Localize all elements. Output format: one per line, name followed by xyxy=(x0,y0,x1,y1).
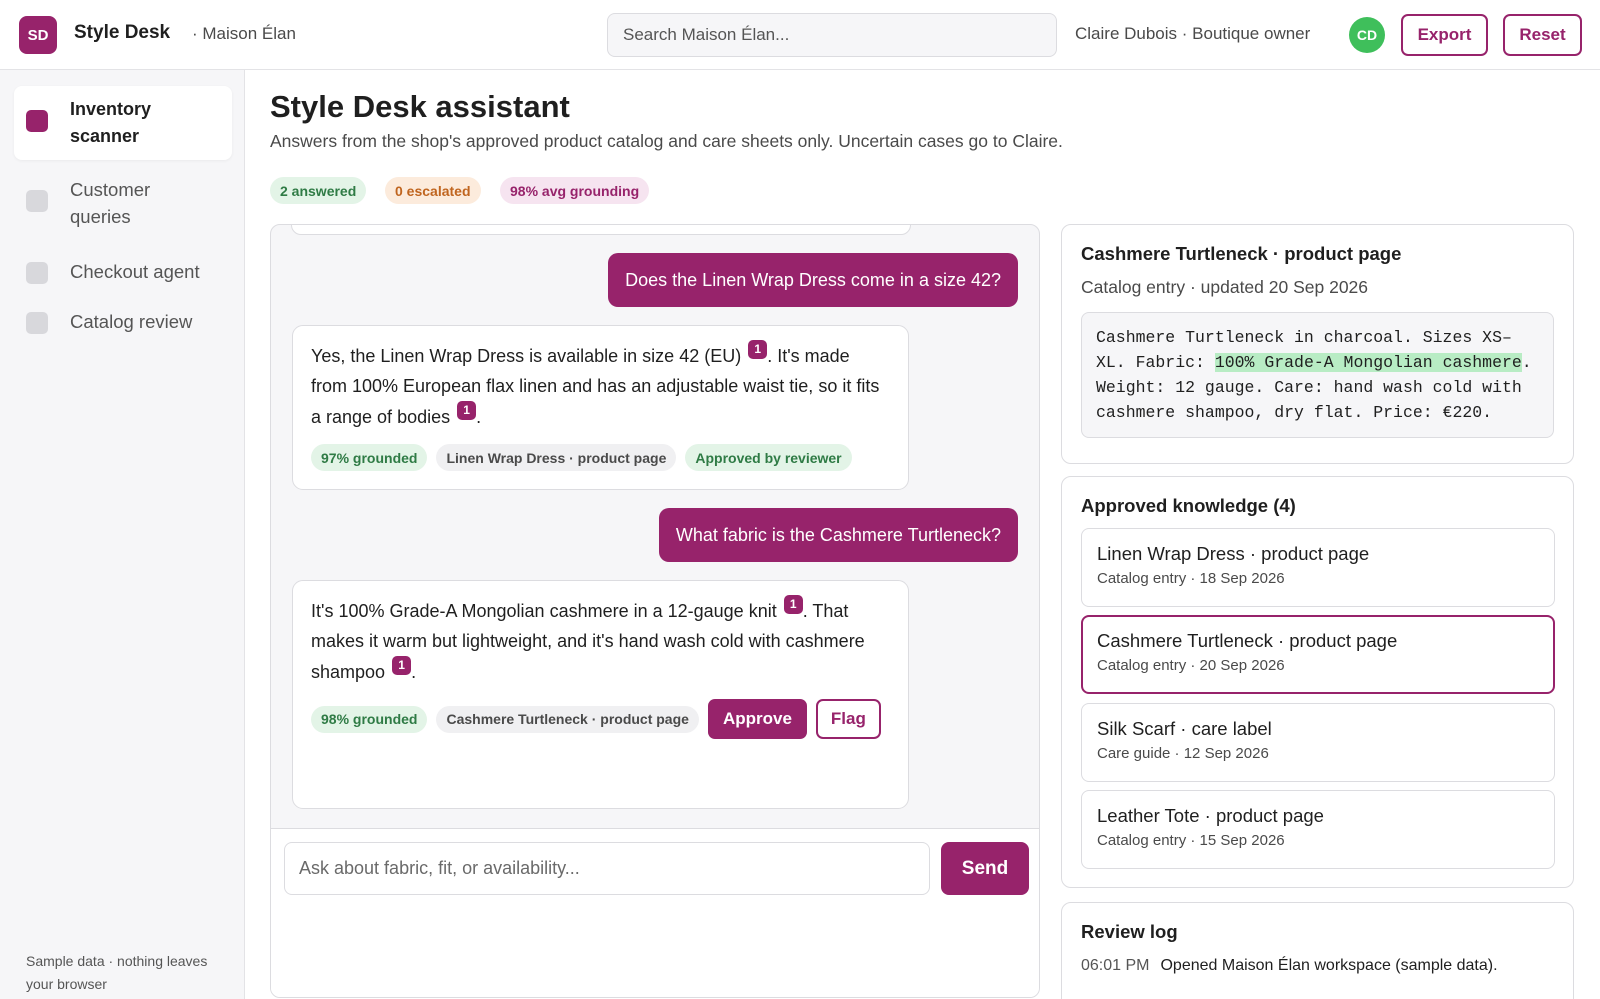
page-subtitle: Answers from the shop's approved product… xyxy=(270,131,1063,151)
source-meta: Catalog entry · updated 20 Sep 2026 xyxy=(1081,277,1369,297)
top-bar: SD Style Desk · Maison Élan Claire Duboi… xyxy=(0,0,1600,70)
sidebar-item-label: Customer queries xyxy=(70,179,151,227)
knowledge-title: Approved knowledge (4) xyxy=(1081,495,1296,516)
sidebar-item-customer-queries[interactable]: Customer queries xyxy=(14,166,232,240)
search-input[interactable] xyxy=(607,13,1057,57)
escalated-count-badge: 0 escalated xyxy=(385,177,481,204)
page-title: Style Desk assistant xyxy=(270,89,570,124)
assistant-answer-card: Yes, the Linen Wrap Dress is available i… xyxy=(292,325,909,490)
source-title: Cashmere Turtleneck · product page xyxy=(1081,243,1402,264)
agent-status-dot xyxy=(26,190,48,212)
agent-status-dot xyxy=(26,262,48,284)
knowledge-item-title: Leather Tote · product page xyxy=(1097,805,1324,826)
review-log-title: Review log xyxy=(1081,921,1178,942)
sidebar-item-catalog-review[interactable]: Catalog review xyxy=(14,298,232,346)
review-log-panel: Review log 06:01 PM Opened Maison Élan w… xyxy=(1061,902,1574,999)
user-question-bubble: What fabric is the Cashmere Turtleneck? xyxy=(658,508,1018,562)
assistant-answer-card: It's 100% Grade-A Mongolian cashmere in … xyxy=(292,580,909,809)
knowledge-item[interactable]: Cashmere Turtleneck · product page Catal… xyxy=(1081,615,1555,694)
sidebar-item-label: Catalog review xyxy=(70,311,193,332)
avatar[interactable]: CD xyxy=(1349,17,1385,53)
chat-panel[interactable]: Does the Linen Wrap Dress come in a size… xyxy=(270,224,1040,998)
approve-button[interactable]: Approve xyxy=(707,699,807,739)
knowledge-item-title: Silk Scarf · care label xyxy=(1097,718,1272,739)
source-preview-panel: Cashmere Turtleneck · product page Catal… xyxy=(1061,224,1574,464)
grounding-score-badge: 97% grounded xyxy=(311,444,428,471)
knowledge-item-title: Cashmere Turtleneck · product page xyxy=(1097,630,1398,651)
source-chip[interactable]: Linen Wrap Dress · product page xyxy=(436,444,677,471)
knowledge-item-meta: Catalog entry · 20 Sep 2026 xyxy=(1097,657,1285,674)
knowledge-item[interactable]: Silk Scarf · care label Care guide · 12 … xyxy=(1081,703,1555,782)
answer-text: It's 100% Grade-A Mongolian cashmere in … xyxy=(311,595,865,682)
answer-text: Yes, the Linen Wrap Dress is available i… xyxy=(311,340,880,427)
source-excerpt: Cashmere Turtleneck in charcoal. Sizes X… xyxy=(1081,312,1554,438)
knowledge-item[interactable]: Linen Wrap Dress · product page Catalog … xyxy=(1081,528,1555,607)
app-logo: SD xyxy=(19,16,57,54)
sidebar-footer-note: Sample data · nothing leaves your browse… xyxy=(26,953,208,992)
citation-marker[interactable]: 1 xyxy=(783,595,803,614)
app-title: Style Desk xyxy=(74,22,171,43)
log-text: Opened Maison Élan workspace (sample dat… xyxy=(1160,957,1498,974)
knowledge-item-meta: Care guide · 12 Sep 2026 xyxy=(1097,745,1269,762)
approved-knowledge-panel: Approved knowledge (4) Linen Wrap Dress … xyxy=(1061,476,1574,888)
log-time: 06:01 PM xyxy=(1081,957,1150,974)
answer-meta-row: 98% grounded Cashmere Turtleneck · produ… xyxy=(311,699,890,739)
sidebar-item-inventory-scanner[interactable]: Inventory scanner xyxy=(14,86,232,160)
sidebar-item-checkout-agent[interactable]: Checkout agent xyxy=(14,248,232,296)
previous-message-card xyxy=(291,225,911,235)
agent-status-dot xyxy=(26,110,48,132)
message-composer: Send xyxy=(271,828,1039,997)
log-entry: 06:01 PM Opened Maison Élan workspace (s… xyxy=(1081,957,1554,975)
knowledge-item-title: Linen Wrap Dress · product page xyxy=(1097,543,1370,564)
citation-marker[interactable]: 1 xyxy=(457,401,477,420)
user-question-bubble: Does the Linen Wrap Dress come in a size… xyxy=(608,253,1018,307)
sidebar: Inventory scanner Customer queries Check… xyxy=(0,70,245,999)
chat-input[interactable] xyxy=(284,842,930,895)
citation-marker[interactable]: 1 xyxy=(392,656,412,675)
sidebar-item-label: Inventory scanner xyxy=(70,99,152,146)
grounded-highlight: 100% Grade-A Mongolian cashmere xyxy=(1214,353,1522,372)
workspace-name: · Maison Élan xyxy=(192,24,296,43)
answered-count-badge: 2 answered xyxy=(270,177,367,204)
approval-status-badge: Approved by reviewer xyxy=(685,444,852,471)
source-chip[interactable]: Cashmere Turtleneck · product page xyxy=(436,705,699,733)
answer-meta-row: 97% grounded Linen Wrap Dress · product … xyxy=(311,444,890,471)
avg-grounding-badge: 98% avg grounding xyxy=(500,177,650,204)
export-button[interactable]: Export xyxy=(1401,14,1488,56)
send-button[interactable]: Send xyxy=(941,842,1029,895)
sidebar-item-label: Checkout agent xyxy=(70,261,200,282)
user-name: Claire Dubois · Boutique owner xyxy=(1075,24,1311,43)
knowledge-item[interactable]: Leather Tote · product page Catalog entr… xyxy=(1081,790,1555,869)
knowledge-item-meta: Catalog entry · 15 Sep 2026 xyxy=(1097,832,1285,849)
flag-button[interactable]: Flag xyxy=(815,699,881,739)
citation-marker[interactable]: 1 xyxy=(748,340,768,359)
reset-button[interactable]: Reset xyxy=(1503,14,1582,56)
knowledge-item-meta: Catalog entry · 18 Sep 2026 xyxy=(1097,570,1285,587)
agent-status-dot xyxy=(26,312,48,334)
grounding-score-badge: 98% grounded xyxy=(311,705,428,733)
